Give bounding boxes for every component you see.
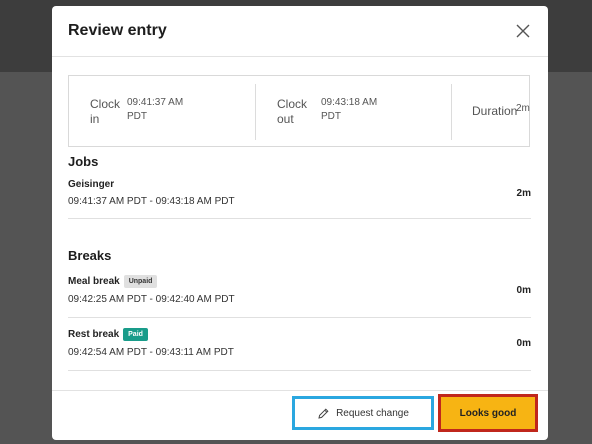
break-duration: 0m [516, 338, 531, 349]
break-name: Meal break Unpaid [68, 275, 158, 288]
jobs-title: Jobs [68, 154, 99, 169]
clock-in-label: Clock in [90, 97, 121, 126]
request-change-button[interactable]: Request change [292, 396, 434, 430]
looks-good-label: Looks good [459, 407, 517, 419]
break-name: Rest break Paid [68, 328, 148, 341]
break-time: 09:42:54 AM PDT - 09:43:11 AM PDT [68, 347, 234, 358]
job-name: Geisinger [68, 179, 115, 190]
summary-divider [451, 84, 452, 140]
break-duration: 0m [516, 285, 531, 296]
duration-value: 2m [516, 103, 530, 114]
modal-title: Review entry [68, 22, 167, 39]
duration-label: Duration [472, 104, 518, 118]
paid-badge: Paid [123, 328, 148, 341]
divider [68, 370, 531, 371]
review-entry-modal: Review entry Clock in 09:41:37 AM PDT Cl… [52, 6, 548, 440]
request-change-label: Request change [336, 407, 409, 419]
divider [68, 317, 531, 318]
job-duration: 2m [516, 188, 531, 199]
clock-out-label: Clock out [277, 97, 308, 126]
break-time: 09:42:25 AM PDT - 09:42:40 AM PDT [68, 294, 235, 305]
entry-summary: Clock in 09:41:37 AM PDT Clock out 09:43… [68, 75, 530, 147]
breaks-title: Breaks [68, 248, 112, 263]
summary-divider [255, 84, 256, 140]
close-icon[interactable] [516, 24, 530, 38]
divider [68, 218, 531, 219]
pencil-icon [318, 407, 329, 419]
modal-header: Review entry [52, 6, 548, 57]
clock-out-value: 09:43:18 AM PDT [321, 97, 378, 122]
looks-good-button[interactable]: Looks good [438, 394, 538, 432]
clock-in-value: 09:41:37 AM PDT [127, 97, 184, 122]
job-time: 09:41:37 AM PDT - 09:43:18 AM PDT [68, 196, 235, 207]
unpaid-badge: Unpaid [123, 275, 158, 288]
